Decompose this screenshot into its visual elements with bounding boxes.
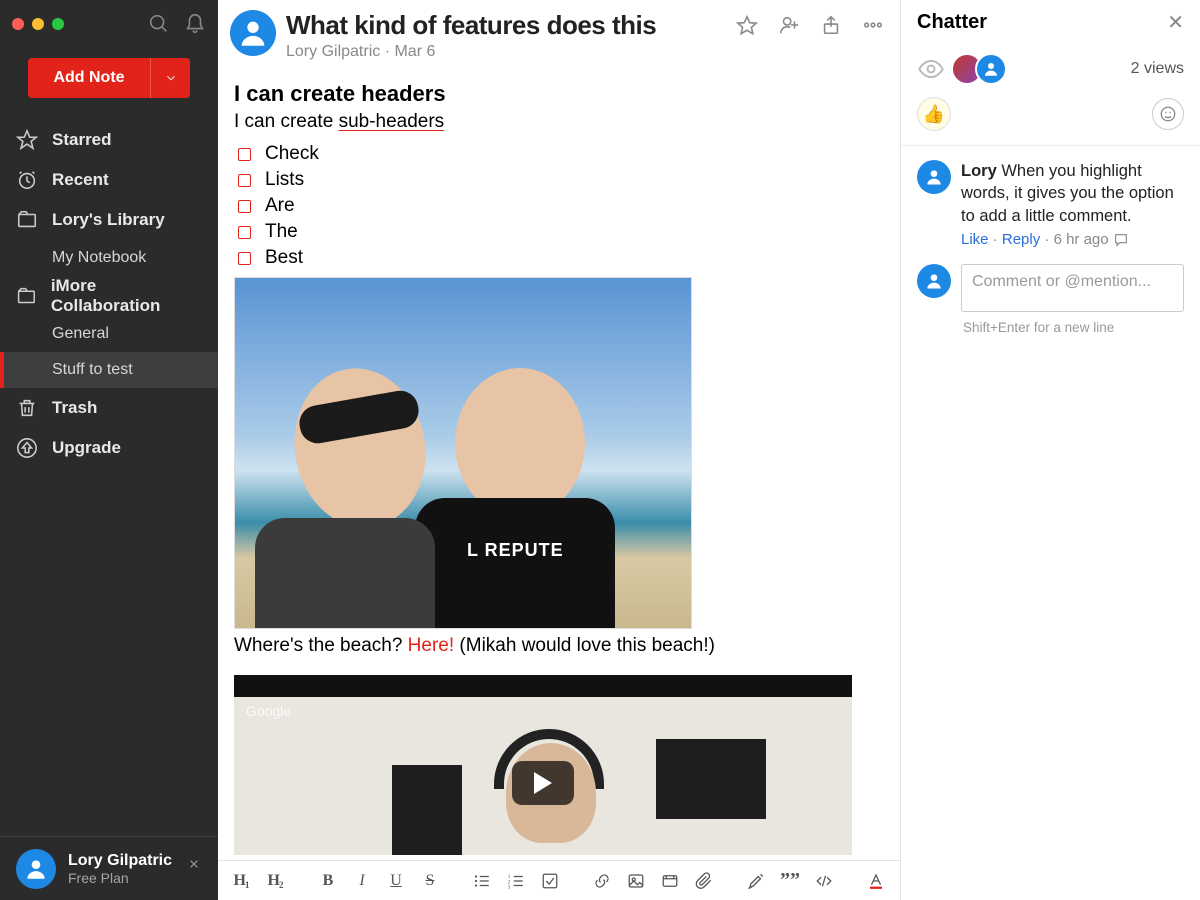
sub-headers-link[interactable]: sub-headers [339, 111, 445, 132]
user-plan: Free Plan [68, 870, 172, 886]
strikethrough-button[interactable]: S [416, 867, 444, 895]
checklist-button[interactable] [536, 867, 564, 895]
checklist-item[interactable]: Check [234, 141, 884, 167]
share-icon[interactable] [820, 14, 842, 36]
embedded-video[interactable]: Google [234, 675, 852, 855]
checkbox-icon[interactable] [238, 252, 251, 265]
italic-button[interactable]: I [348, 867, 376, 895]
sidebar-item-upgrade[interactable]: Upgrade [0, 428, 218, 468]
editor-toolbar: H1 H2 B I U S 123 ”” [218, 860, 900, 900]
heading: I can create headers [234, 81, 884, 107]
checklist-item[interactable]: Lists [234, 167, 884, 193]
add-note-dropdown[interactable] [150, 58, 190, 98]
sidebar-label: Upgrade [52, 438, 121, 458]
bullet-list-button[interactable] [468, 867, 496, 895]
user-avatar [16, 849, 56, 889]
sidebar-item-trash[interactable]: Trash [0, 388, 218, 428]
bold-button[interactable]: B [314, 867, 342, 895]
minimize-window-button[interactable] [32, 18, 44, 30]
note-body[interactable]: I can create headers I can create sub-he… [218, 69, 900, 860]
like-link[interactable]: Like [961, 231, 989, 248]
chatter-panel: Chatter ✕ 2 views 👍 Lory When you highli… [901, 0, 1200, 900]
comment: Lory When you highlight words, it gives … [901, 146, 1200, 248]
star-icon[interactable] [736, 14, 758, 36]
text-color-button[interactable] [862, 867, 890, 895]
numbered-list-button[interactable]: 123 [502, 867, 530, 895]
view-count: 2 views [1131, 60, 1184, 78]
eye-icon [917, 55, 945, 83]
quote-button[interactable]: ”” [776, 867, 804, 895]
link-button[interactable] [588, 867, 616, 895]
sidebar-item-collaboration[interactable]: iMore Collaboration [0, 276, 218, 316]
comment-input[interactable] [961, 264, 1184, 312]
checkbox-icon[interactable] [238, 148, 251, 161]
subheading-line: I can create sub-headers [234, 111, 884, 133]
checkbox-icon[interactable] [238, 174, 251, 187]
sidebar-label: Lory's Library [52, 210, 165, 230]
add-person-icon[interactable] [778, 14, 800, 36]
my-avatar [917, 264, 951, 298]
add-note-button[interactable]: Add Note [28, 58, 150, 98]
h2-button[interactable]: H2 [262, 867, 290, 895]
close-icon[interactable]: ✕ [1167, 10, 1184, 35]
close-window-button[interactable] [12, 18, 24, 30]
reaction-thumbs-up[interactable]: 👍 [917, 97, 951, 131]
photo-caption: Where's the beach? Here! (Mikah would lo… [234, 635, 884, 657]
comment-avatar [917, 160, 951, 194]
sidebar-item-starred[interactable]: Starred [0, 120, 218, 160]
image-button[interactable] [622, 867, 650, 895]
sidebar-item-general[interactable]: General [0, 316, 218, 352]
checkbox-icon[interactable] [238, 226, 251, 239]
checklist-item[interactable]: The [234, 219, 884, 245]
attachment-button[interactable] [690, 867, 718, 895]
sidebar-label: Recent [52, 170, 109, 190]
sidebar-label: Trash [52, 398, 97, 418]
here-link[interactable]: Here! [408, 635, 454, 656]
fullscreen-window-button[interactable] [52, 18, 64, 30]
video-button[interactable] [656, 867, 684, 895]
compose-hint: Shift+Enter for a new line [901, 320, 1200, 335]
sidebar: Add Note Starred Recent Lory's Library M… [0, 0, 218, 900]
sidebar-item-library[interactable]: Lory's Library [0, 200, 218, 240]
sidebar-item-my-notebook[interactable]: My Notebook [0, 240, 218, 276]
reply-link[interactable]: Reply [1002, 231, 1040, 248]
comment-actions: Like · Reply · 6 hr ago [961, 231, 1184, 248]
beach-photo[interactable]: L REPUTE [234, 277, 692, 629]
note-title[interactable]: What kind of features does this [286, 10, 656, 41]
sidebar-item-stuff-to-test[interactable]: Stuff to test [0, 352, 218, 388]
svg-text:3: 3 [508, 884, 511, 890]
comment-time: 6 hr ago [1054, 231, 1109, 248]
chatter-title: Chatter [917, 11, 987, 34]
underline-button[interactable]: U [382, 867, 410, 895]
code-button[interactable] [810, 867, 838, 895]
checkbox-icon[interactable] [238, 200, 251, 213]
viewer-avatar [975, 53, 1007, 85]
sidebar-label: Starred [52, 130, 112, 150]
h1-button[interactable]: H1 [228, 867, 256, 895]
add-reaction-button[interactable] [1152, 98, 1184, 130]
viewer-avatars[interactable] [951, 53, 1007, 85]
checklist-item[interactable]: Best [234, 245, 884, 271]
comment-author: Lory [961, 162, 997, 180]
more-icon[interactable] [862, 14, 884, 36]
sidebar-item-recent[interactable]: Recent [0, 160, 218, 200]
note-pane: What kind of features does this Lory Gil… [218, 0, 901, 900]
highlight-button[interactable] [742, 867, 770, 895]
bell-icon[interactable] [184, 13, 206, 35]
expand-user-menu-icon[interactable] [186, 858, 202, 879]
sidebar-footer[interactable]: Lory Gilpatric Free Plan [0, 836, 218, 900]
author-avatar [230, 10, 276, 56]
video-watermark: Google [246, 703, 291, 719]
search-icon[interactable] [148, 13, 170, 35]
comment-bubble-icon [1113, 232, 1129, 248]
window-titlebar [0, 0, 218, 48]
sidebar-label: iMore Collaboration [51, 276, 202, 316]
checklist-item[interactable]: Are [234, 193, 884, 219]
note-meta: Lory Gilpatric · Mar 6 [286, 43, 656, 61]
user-name: Lory Gilpatric [68, 852, 172, 870]
play-icon[interactable] [512, 761, 574, 805]
